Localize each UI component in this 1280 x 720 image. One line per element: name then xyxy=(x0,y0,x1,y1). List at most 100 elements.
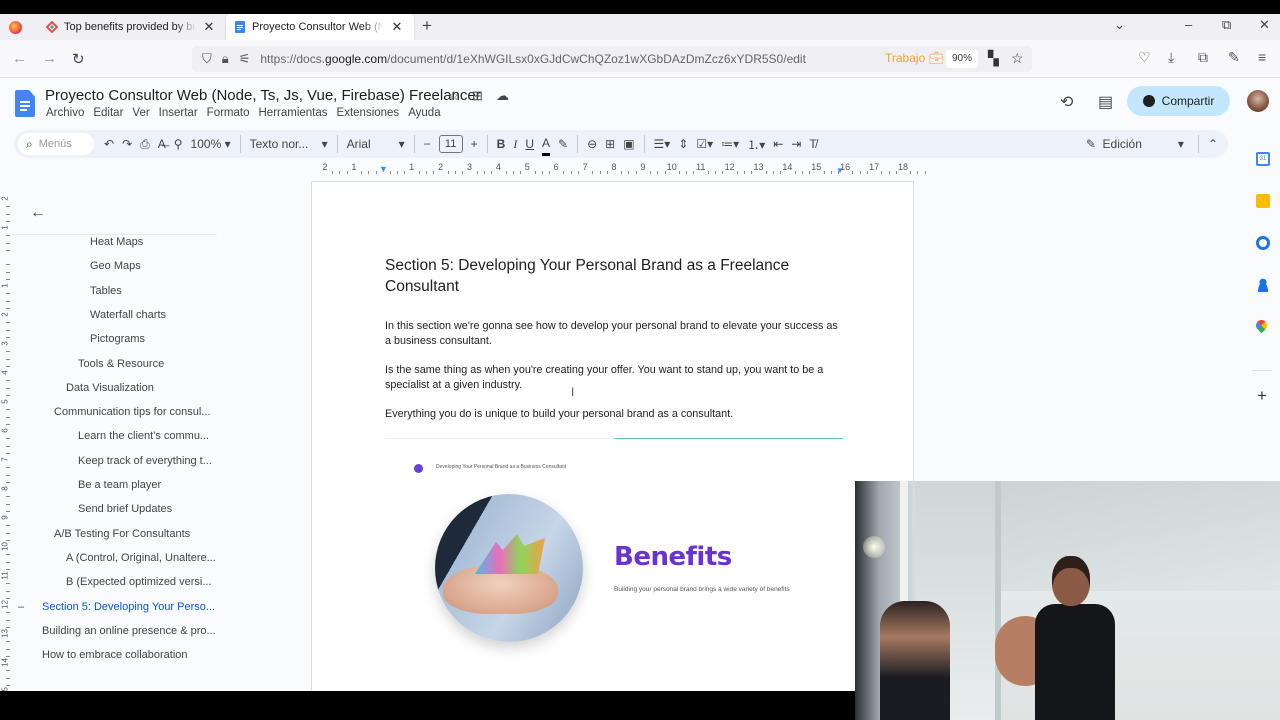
outline-item[interactable]: A/B Testing For Consultants xyxy=(54,528,190,540)
menu-formato[interactable]: Formato xyxy=(207,107,250,119)
profile-extension-icon[interactable]: ✎ xyxy=(1228,49,1240,66)
horizontal-ruler[interactable]: 2 1 1 2 3 4 5 6 7 8 9 10 11 12 13 14 15 16 17 18 ▼ ▼ xyxy=(310,162,926,176)
outline-item[interactable]: Waterfall charts xyxy=(90,309,166,321)
increase-font-size-icon[interactable]: + xyxy=(471,132,478,156)
add-comment-icon[interactable]: ⊞ xyxy=(605,132,615,156)
outline-item[interactable]: Pictograms xyxy=(90,333,145,345)
underline-button[interactable]: U xyxy=(525,132,534,156)
comments-icon[interactable]: ▤ xyxy=(1098,92,1113,112)
move-folder-icon[interactable]: ⊞ xyxy=(472,88,483,104)
tab-proyecto-consultor[interactable]: Proyecto Consultor Web (Node, Ts, Js ✕ xyxy=(226,14,414,40)
left-indent-marker-icon[interactable]: ▼ xyxy=(379,164,388,174)
outline-item[interactable]: Data Visualization xyxy=(66,382,154,394)
vertical-ruler[interactable]: 21123456789101112131415 xyxy=(0,184,12,691)
url-bar[interactable]: ⛉ 🔒︎ ⚟ https://docs.google.com/document/… xyxy=(192,46,1032,72)
italic-button[interactable]: I xyxy=(513,132,517,156)
outline-item[interactable]: Keep track of everything t... xyxy=(78,455,212,467)
url-text[interactable]: https://docs.google.com/document/d/1eXhW… xyxy=(260,52,806,66)
hamburger-menu-icon[interactable]: ≡ xyxy=(1258,49,1266,65)
calendar-icon[interactable]: 31 xyxy=(1256,152,1270,166)
back-icon[interactable]: ← xyxy=(12,50,27,67)
list-tabs-icon[interactable]: ⌄ xyxy=(1114,17,1125,33)
clear-formatting-icon[interactable]: T̸ xyxy=(809,132,816,156)
restore-icon[interactable]: ⧉ xyxy=(1222,17,1231,33)
highlight-icon[interactable]: ✎ xyxy=(558,132,568,156)
paragraph[interactable]: Everything you do is unique to build you… xyxy=(385,407,845,422)
align-icon[interactable]: ☰▾ xyxy=(654,132,671,156)
zoom-level-badge[interactable]: 90% xyxy=(946,50,978,68)
qr-code-icon[interactable]: ▚ xyxy=(988,50,999,67)
menu-herramientas[interactable]: Herramientas xyxy=(259,107,328,119)
firefox-logo-icon[interactable] xyxy=(9,21,22,34)
new-tab-button[interactable]: + xyxy=(422,16,432,36)
spellcheck-icon[interactable]: A̶ xyxy=(158,132,166,156)
tasks-icon[interactable] xyxy=(1256,236,1270,250)
insert-image-icon[interactable]: ▣ xyxy=(623,132,634,156)
line-spacing-icon[interactable]: ⇕ xyxy=(678,132,688,156)
decrease-font-size-icon[interactable]: − xyxy=(424,132,431,156)
version-history-icon[interactable]: ⟲ xyxy=(1060,92,1073,112)
outline-item[interactable]: Geo Maps xyxy=(90,260,141,272)
contacts-icon[interactable] xyxy=(1256,278,1270,292)
user-avatar[interactable] xyxy=(1247,90,1269,112)
paint-format-icon[interactable]: ⚲ xyxy=(174,132,183,156)
outline-item[interactable]: How to embrace collaboration xyxy=(42,649,188,661)
outline-item[interactable]: A (Control, Original, Unaltere... xyxy=(66,552,216,564)
forward-icon[interactable]: → xyxy=(42,50,57,67)
style-select[interactable]: Texto nor... ▾ xyxy=(250,132,328,156)
numbered-list-icon[interactable]: ⒈▾ xyxy=(747,132,765,156)
minimize-icon[interactable]: – xyxy=(1185,17,1192,32)
keep-icon[interactable] xyxy=(1256,194,1270,208)
paragraph[interactable]: Is the same thing as when you're creatin… xyxy=(385,363,845,393)
outline-item[interactable]: Tables xyxy=(90,285,122,297)
paragraph[interactable]: In this section we're gonna see how to d… xyxy=(385,319,845,349)
cloud-status-icon[interactable]: ☁ xyxy=(496,88,509,104)
pocket-icon[interactable]: ♡ xyxy=(1138,49,1151,66)
shield-icon[interactable]: ⛉ xyxy=(202,51,212,67)
docs-logo-icon[interactable] xyxy=(15,90,35,117)
menu-extensiones[interactable]: Extensiones xyxy=(337,107,400,119)
menu-ver[interactable]: Ver xyxy=(132,107,149,119)
outline-item[interactable]: B (Expected optimized versi... xyxy=(66,576,212,588)
text-color-button[interactable]: A xyxy=(542,132,551,156)
checklist-icon[interactable]: ☑▾ xyxy=(696,132,713,156)
collapse-toolbar-icon[interactable]: ⌃ xyxy=(1208,132,1218,156)
menu-insertar[interactable]: Insertar xyxy=(159,107,198,119)
close-tab-icon[interactable]: ✕ xyxy=(202,19,216,35)
document-page[interactable]: Section 5: Developing Your Personal Bran… xyxy=(311,181,914,691)
lock-icon[interactable]: 🔒︎ xyxy=(222,51,229,67)
downloads-icon[interactable]: ⤓ xyxy=(1168,49,1174,66)
outline-item[interactable]: Learn the client's commu... xyxy=(78,430,209,442)
undo-icon[interactable]: ↶ xyxy=(104,132,114,156)
outline-item[interactable]: Send brief Updates xyxy=(78,503,172,515)
right-indent-marker-icon[interactable]: ▼ xyxy=(836,166,844,175)
font-select[interactable]: Arial ▾ xyxy=(347,132,405,156)
section-heading[interactable]: Section 5: Developing Your Personal Bran… xyxy=(385,255,825,297)
print-icon[interactable]: ⎙ xyxy=(140,132,150,156)
outline-item[interactable]: Tools & Resource xyxy=(78,358,164,370)
font-size-input[interactable]: 11 xyxy=(438,135,463,153)
reload-icon[interactable]: ↻ xyxy=(72,50,85,68)
tab-top-benefits[interactable]: Top benefits provided by building ✕ xyxy=(38,14,224,40)
close-outline-icon[interactable]: ← xyxy=(30,204,46,222)
bulleted-list-icon[interactable]: ≔▾ xyxy=(721,132,739,156)
link-icon[interactable]: ⊖ xyxy=(587,132,597,156)
close-tab-icon[interactable]: ✕ xyxy=(390,19,404,35)
outline-item[interactable]: Heat Maps xyxy=(90,236,143,248)
maps-icon[interactable] xyxy=(1253,317,1270,334)
increase-indent-icon[interactable]: ⇥ xyxy=(791,132,801,156)
menu-editar[interactable]: Editar xyxy=(93,107,123,119)
bold-button[interactable]: B xyxy=(497,132,506,156)
search-menus-input[interactable]: ⌕ Menús xyxy=(18,133,94,155)
star-icon[interactable]: ☆ xyxy=(448,88,460,104)
redo-icon[interactable]: ↷ xyxy=(122,132,132,156)
permissions-icon[interactable]: ⚟ xyxy=(239,51,251,67)
menu-archivo[interactable]: Archivo xyxy=(46,107,84,119)
embedded-slide-image[interactable]: Developing Your Personal Brand as a Busi… xyxy=(385,454,845,691)
share-button[interactable]: Compartir xyxy=(1127,86,1230,116)
close-window-icon[interactable]: ✕ xyxy=(1259,17,1270,33)
extensions-icon[interactable]: ⧉ xyxy=(1198,49,1208,66)
outline-item[interactable]: Communication tips for consul... xyxy=(54,406,211,418)
decrease-indent-icon[interactable]: ⇤ xyxy=(773,132,783,156)
bookmark-star-icon[interactable]: ☆ xyxy=(1011,50,1024,67)
